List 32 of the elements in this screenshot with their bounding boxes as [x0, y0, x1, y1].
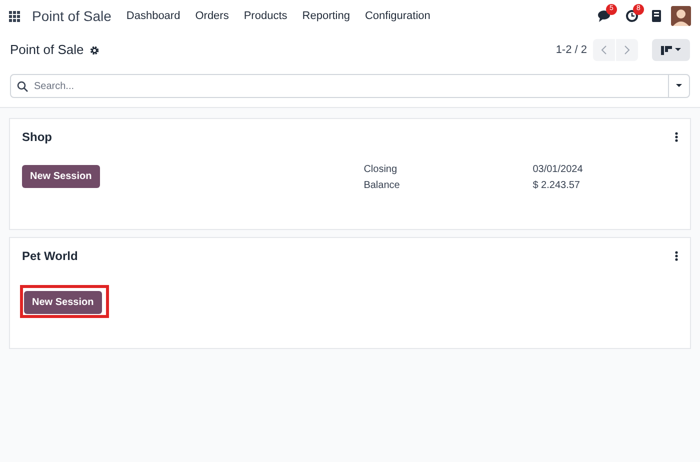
pager-value[interactable]: 1-2 / 2: [556, 42, 587, 58]
search-field[interactable]: Search...: [34, 78, 668, 94]
caret-icon: [676, 84, 682, 88]
search-bar[interactable]: Search...: [10, 74, 690, 98]
detail-label: Balance: [364, 179, 401, 193]
apps-menu-icon[interactable]: [9, 10, 20, 22]
page-title: Point of Sale: [10, 41, 84, 60]
kanban-icon: [661, 46, 672, 54]
detail-value: 03/01/2024: [532, 163, 583, 177]
menu-item[interactable]: Reporting: [302, 8, 350, 24]
detail-value: $ 2.243.57: [532, 179, 580, 193]
chevron-right-icon: [624, 45, 630, 55]
cash-register-icon[interactable]: [652, 10, 661, 22]
caret-icon: [675, 48, 681, 52]
detail-label: Closing: [364, 163, 398, 177]
menu-item[interactable]: Configuration: [364, 8, 430, 24]
clock-icon[interactable]: [626, 10, 638, 22]
search-icon: [17, 80, 28, 92]
menu-item[interactable]: Dashboard: [126, 8, 180, 24]
new-session-button[interactable]: New Session: [24, 291, 102, 314]
avatar[interactable]: [671, 6, 691, 26]
card-title[interactable]: Shop: [22, 128, 675, 146]
more-options-icon[interactable]: [675, 251, 678, 261]
card-title[interactable]: Pet World: [22, 247, 675, 265]
app-name[interactable]: Point of Sale: [32, 6, 112, 26]
more-options-icon[interactable]: [675, 132, 678, 142]
menu-item[interactable]: Products: [244, 8, 288, 24]
settings-icon[interactable]: [90, 46, 99, 54]
menu-item[interactable]: Orders: [195, 8, 229, 24]
new-session-button[interactable]: New Session: [22, 165, 100, 188]
kanban-view-button[interactable]: [652, 39, 690, 61]
chevron-left-icon: [601, 45, 607, 55]
